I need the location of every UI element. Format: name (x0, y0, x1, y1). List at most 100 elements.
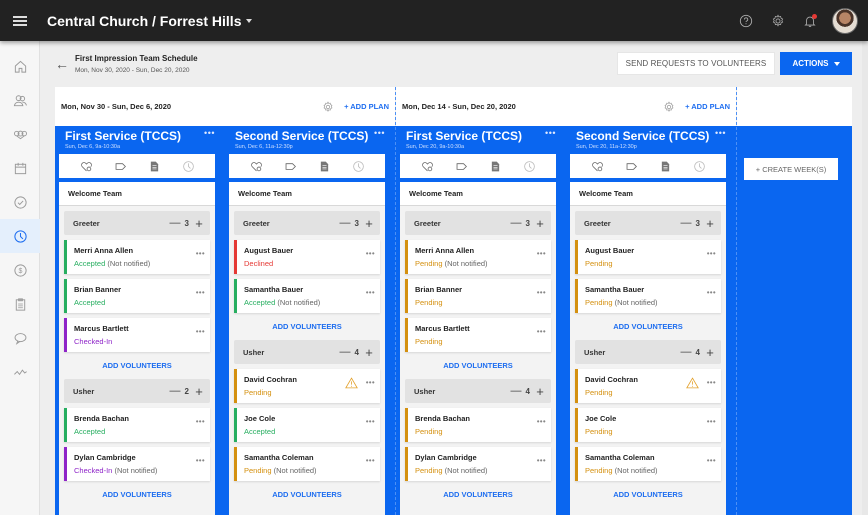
week-settings-icon[interactable] (663, 100, 675, 113)
volunteer-card[interactable]: Marcus Bartlett Pending ••• (405, 318, 551, 352)
tag-icon[interactable] (455, 160, 468, 173)
volunteer-more-icon[interactable]: ••• (196, 288, 205, 297)
increment-button[interactable]: + (535, 384, 545, 399)
decrement-button[interactable]: — (681, 217, 692, 229)
volunteer-card[interactable]: Samantha Bauer Pending (Not notified) ••… (575, 279, 721, 313)
volunteer-more-icon[interactable]: ••• (366, 456, 375, 465)
bell-icon[interactable] (798, 9, 822, 33)
volunteer-card[interactable]: Merri Anna Allen Accepted (Not notified)… (64, 240, 210, 274)
volunteer-more-icon[interactable]: ••• (537, 327, 546, 336)
tag-icon[interactable] (114, 160, 127, 173)
volunteer-card[interactable]: August Bauer Declined ••• (234, 240, 380, 274)
org-switcher[interactable]: Central Church / Forrest Hills (47, 13, 253, 29)
volunteer-more-icon[interactable]: ••• (537, 417, 546, 426)
add-volunteers-button[interactable]: ADD VOLUNTEERS (229, 319, 385, 335)
send-requests-button[interactable]: SEND REQUESTS TO VOLUNTEERS (617, 52, 775, 75)
decrement-button[interactable]: — (170, 385, 181, 397)
plan-more-icon[interactable]: ••• (715, 128, 726, 138)
help-icon[interactable] (734, 9, 758, 33)
add-plan-button[interactable]: + ADD PLAN (344, 102, 389, 111)
volunteer-card[interactable]: Brenda Bachan Accepted ••• (64, 408, 210, 442)
volunteer-card[interactable]: Dylan Cambridge Checked-In (Not notified… (64, 447, 210, 481)
decrement-button[interactable]: — (681, 346, 692, 358)
plan-more-icon[interactable]: ••• (204, 128, 215, 138)
plan-title[interactable]: First Service (TCCS) (406, 129, 522, 143)
volunteer-card[interactable]: Joe Cole Accepted ••• (234, 408, 380, 442)
sidebar-item-forms[interactable] (0, 287, 40, 321)
volunteer-card[interactable]: Brian Banner Accepted ••• (64, 279, 210, 313)
increment-button[interactable]: + (194, 216, 204, 231)
increment-button[interactable]: + (364, 216, 374, 231)
warning-icon[interactable] (345, 377, 358, 389)
add-volunteers-button[interactable]: ADD VOLUNTEERS (570, 319, 726, 335)
volunteer-more-icon[interactable]: ••• (537, 249, 546, 258)
increment-button[interactable]: + (364, 345, 374, 360)
increment-button[interactable]: + (705, 216, 715, 231)
volunteer-card[interactable]: Dylan Cambridge Pending (Not notified) •… (405, 447, 551, 481)
heart-sync-icon[interactable] (250, 160, 263, 173)
add-volunteers-button[interactable]: ADD VOLUNTEERS (229, 487, 385, 503)
volunteer-more-icon[interactable]: ••• (537, 288, 546, 297)
volunteer-card[interactable]: August Bauer Pending ••• (575, 240, 721, 274)
clock-icon[interactable] (352, 160, 365, 173)
add-volunteers-button[interactable]: ADD VOLUNTEERS (400, 487, 556, 503)
plan-title[interactable]: Second Service (TCCS) (235, 129, 368, 143)
volunteer-more-icon[interactable]: ••• (196, 327, 205, 336)
sidebar-item-people[interactable] (0, 83, 40, 117)
volunteer-more-icon[interactable]: ••• (707, 378, 716, 387)
clock-icon[interactable] (182, 160, 195, 173)
document-icon[interactable] (148, 160, 161, 173)
actions-button[interactable]: ACTIONS (780, 52, 852, 75)
back-arrow-icon[interactable]: ← (55, 56, 69, 72)
volunteer-more-icon[interactable]: ••• (196, 456, 205, 465)
decrement-button[interactable]: — (340, 346, 351, 358)
heart-sync-icon[interactable] (80, 160, 93, 173)
sidebar-item-messages[interactable] (0, 321, 40, 355)
add-volunteers-button[interactable]: ADD VOLUNTEERS (570, 487, 726, 503)
plan-title[interactable]: First Service (TCCS) (65, 129, 181, 143)
tag-icon[interactable] (284, 160, 297, 173)
decrement-button[interactable]: — (511, 217, 522, 229)
document-icon[interactable] (318, 160, 331, 173)
volunteer-card[interactable]: Samantha Coleman Pending (Not notified) … (575, 447, 721, 481)
volunteer-more-icon[interactable]: ••• (366, 378, 375, 387)
volunteer-more-icon[interactable]: ••• (366, 417, 375, 426)
hamburger-icon[interactable] (0, 0, 40, 41)
avatar[interactable] (832, 7, 858, 34)
plan-more-icon[interactable]: ••• (545, 128, 556, 138)
heart-sync-icon[interactable] (421, 160, 434, 173)
plan-title[interactable]: Second Service (TCCS) (576, 129, 709, 143)
add-volunteers-button[interactable]: ADD VOLUNTEERS (59, 358, 215, 374)
add-volunteers-button[interactable]: ADD VOLUNTEERS (400, 358, 556, 374)
gear-icon[interactable] (766, 9, 790, 33)
volunteer-card[interactable]: Marcus Bartlett Checked-In ••• (64, 318, 210, 352)
sidebar-item-scheduling[interactable] (0, 219, 40, 253)
volunteer-more-icon[interactable]: ••• (707, 288, 716, 297)
decrement-button[interactable]: — (511, 385, 522, 397)
increment-button[interactable]: + (705, 345, 715, 360)
volunteer-more-icon[interactable]: ••• (196, 249, 205, 258)
sidebar-item-giving[interactable]: $ (0, 253, 40, 287)
clock-icon[interactable] (523, 160, 536, 173)
increment-button[interactable]: + (194, 384, 204, 399)
decrement-button[interactable]: — (170, 217, 181, 229)
volunteer-card[interactable]: David Cochran Pending ••• (575, 369, 721, 403)
volunteer-more-icon[interactable]: ••• (707, 456, 716, 465)
add-volunteers-button[interactable]: ADD VOLUNTEERS (59, 487, 215, 503)
tag-icon[interactable] (625, 160, 638, 173)
volunteer-card[interactable]: Samantha Coleman Pending (Not notified) … (234, 447, 380, 481)
volunteer-more-icon[interactable]: ••• (707, 249, 716, 258)
sidebar-item-insights[interactable] (0, 355, 40, 389)
scrollbar[interactable] (862, 41, 868, 515)
warning-icon[interactable] (686, 377, 699, 389)
document-icon[interactable] (659, 160, 672, 173)
volunteer-more-icon[interactable]: ••• (366, 249, 375, 258)
sidebar-item-home[interactable] (0, 49, 40, 83)
volunteer-card[interactable]: Brenda Bachan Pending ••• (405, 408, 551, 442)
decrement-button[interactable]: — (340, 217, 351, 229)
volunteer-card[interactable]: Joe Cole Pending ••• (575, 408, 721, 442)
plan-more-icon[interactable]: ••• (374, 128, 385, 138)
clock-icon[interactable] (693, 160, 706, 173)
week-settings-icon[interactable] (322, 100, 334, 113)
volunteer-more-icon[interactable]: ••• (366, 288, 375, 297)
